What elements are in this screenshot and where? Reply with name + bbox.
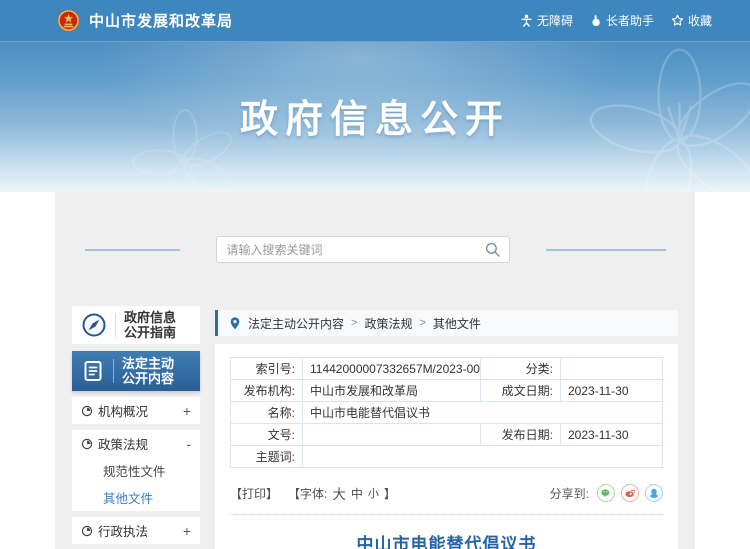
search-row (55, 236, 695, 263)
write-date-label: 成文日期: (481, 380, 561, 402)
search-input[interactable] (217, 237, 477, 262)
page-area: 政府信息 公开指南 法定主动 公开内容 (55, 192, 695, 549)
top-bar: 中山市发展和改革局 无障碍 长者助手 (0, 0, 750, 42)
breadcrumb-separator: > (351, 317, 357, 329)
share-weibo-button[interactable] (621, 484, 639, 502)
menu-bullet-icon (81, 438, 93, 450)
sidebar-item-statutory-disclosure[interactable]: 法定主动 公开内容 (72, 351, 200, 391)
guide-line2: 公开指南 (124, 325, 176, 340)
wechat-icon (600, 487, 612, 499)
divider (113, 359, 114, 383)
table-row: 发布机构: 中山市发展和改革局 成文日期: 2023-11-30 (231, 380, 663, 402)
elder-helper-link[interactable]: 长者助手 (590, 12, 654, 29)
document-detail-card: 索引号: 11442000007332657M/2023-00662 分类: 发… (215, 344, 678, 549)
table-row: 文号: 发布日期: 2023-11-30 (231, 424, 663, 446)
divider (115, 313, 116, 337)
font-size-large-button[interactable]: 大 (332, 483, 346, 503)
menu-label: 政策法规 (98, 434, 148, 453)
menu-item-enforcement[interactable]: 行政执法 + (72, 517, 200, 544)
doc-no-label: 文号: (231, 424, 303, 446)
print-button[interactable]: 【打印】 (230, 485, 278, 502)
name-label: 名称: (231, 402, 303, 424)
index-label: 索引号: (231, 358, 303, 380)
favorite-link[interactable]: 收藏 (671, 12, 712, 29)
pub-date-value: 2023-11-30 (561, 424, 663, 446)
header-links: 无障碍 长者助手 收藏 (520, 12, 712, 29)
qq-icon (648, 487, 660, 499)
publisher-value: 中山市发展和改革局 (303, 380, 481, 402)
accessibility-link[interactable]: 无障碍 (520, 12, 573, 29)
share-wechat-button[interactable] (597, 484, 615, 502)
share-label: 分享到: (550, 485, 589, 502)
site-title: 中山市发展和改革局 (89, 10, 233, 31)
font-size-medium-button[interactable]: 中 (351, 485, 363, 502)
sidebar: 政府信息 公开指南 法定主动 公开内容 (72, 306, 200, 549)
menu-item-org-overview[interactable]: 机构概况 + (72, 397, 200, 424)
star-icon (671, 14, 684, 27)
category-label: 分类: (481, 358, 561, 380)
breadcrumb-item[interactable]: 法定主动公开内容 (248, 315, 344, 332)
breadcrumb-item[interactable]: 政策法规 (364, 315, 412, 332)
publisher-label: 发布机构: (231, 380, 303, 402)
document-meta-table: 索引号: 11442000007332657M/2023-00662 分类: 发… (230, 357, 663, 468)
banner-title: 政府信息公开 (0, 88, 750, 143)
menu-item-policies[interactable]: 政策法规 - (72, 430, 200, 457)
national-emblem-logo (57, 8, 80, 33)
location-pin-icon (229, 316, 241, 330)
doc-no-value (303, 424, 481, 446)
collapse-toggle[interactable]: - (186, 437, 191, 451)
sidebar-menu-org-overview: 机构概况 + (72, 397, 200, 424)
keywords-label: 主题词: (231, 446, 303, 468)
main-content: 法定主动公开内容 > 政策法规 > 其他文件 索引号: 114420000073… (215, 306, 678, 549)
sidebar-item-guide[interactable]: 政府信息 公开指南 (72, 306, 200, 344)
menu-label: 行政执法 (98, 521, 148, 540)
article-title: 中山市电能替代倡议书 (230, 530, 663, 549)
font-size-control: 【字体: 大 中 小 】 (288, 483, 396, 503)
sidebar-menu-policies: 政策法规 - 规范性文件 其他文件 (72, 430, 200, 511)
font-size-small-button[interactable]: 小 (368, 485, 379, 501)
decorative-line-left (85, 249, 180, 251)
search-button[interactable] (477, 237, 509, 262)
document-icon (81, 359, 105, 383)
menu-bullet-icon (81, 405, 93, 417)
compass-icon (81, 312, 107, 338)
menu-subitem-other-documents[interactable]: 其他文件 (72, 484, 200, 511)
table-row: 索引号: 11442000007332657M/2023-00662 分类: (231, 358, 663, 380)
expand-toggle[interactable]: + (183, 524, 191, 538)
table-row: 名称: 中山市电能替代倡议书 (231, 402, 663, 424)
index-value: 11442000007332657M/2023-00662 (303, 358, 481, 380)
font-label: 【字体: (288, 485, 327, 502)
category-value (561, 358, 663, 380)
name-value: 中山市电能替代倡议书 (303, 402, 663, 424)
article-toolbar: 【打印】 【字体: 大 中 小 】 分享到: (230, 483, 663, 503)
dotted-divider (230, 514, 663, 515)
breadcrumb-separator: > (419, 317, 425, 329)
search-icon (485, 242, 500, 257)
menu-bullet-icon (81, 525, 93, 537)
share-qq-button[interactable] (645, 484, 663, 502)
pub-date-label: 发布日期: (481, 424, 561, 446)
active-section-line2: 公开内容 (122, 371, 174, 386)
breadcrumb-item-current: 其他文件 (433, 315, 481, 332)
table-row: 主题词: (231, 446, 663, 468)
accessibility-icon (520, 14, 533, 27)
sidebar-menu-enforcement: 行政执法 + (72, 517, 200, 544)
breadcrumb: 法定主动公开内容 > 政策法规 > 其他文件 (215, 310, 678, 336)
font-label-close: 】 (384, 485, 396, 502)
decorative-line-right (546, 249, 666, 251)
guide-line1: 政府信息 (124, 310, 176, 325)
share-bar: 分享到: (550, 484, 663, 502)
keywords-value (303, 446, 663, 468)
banner: 政府信息公开 (0, 42, 750, 192)
expand-toggle[interactable]: + (183, 404, 191, 418)
weibo-icon (624, 487, 636, 499)
search-box (216, 236, 510, 263)
write-date-value: 2023-11-30 (561, 380, 663, 402)
elder-hand-icon (590, 14, 602, 27)
menu-label: 机构概况 (98, 401, 148, 420)
active-section-line1: 法定主动 (122, 356, 174, 371)
menu-subitem-normative-documents[interactable]: 规范性文件 (72, 457, 200, 484)
